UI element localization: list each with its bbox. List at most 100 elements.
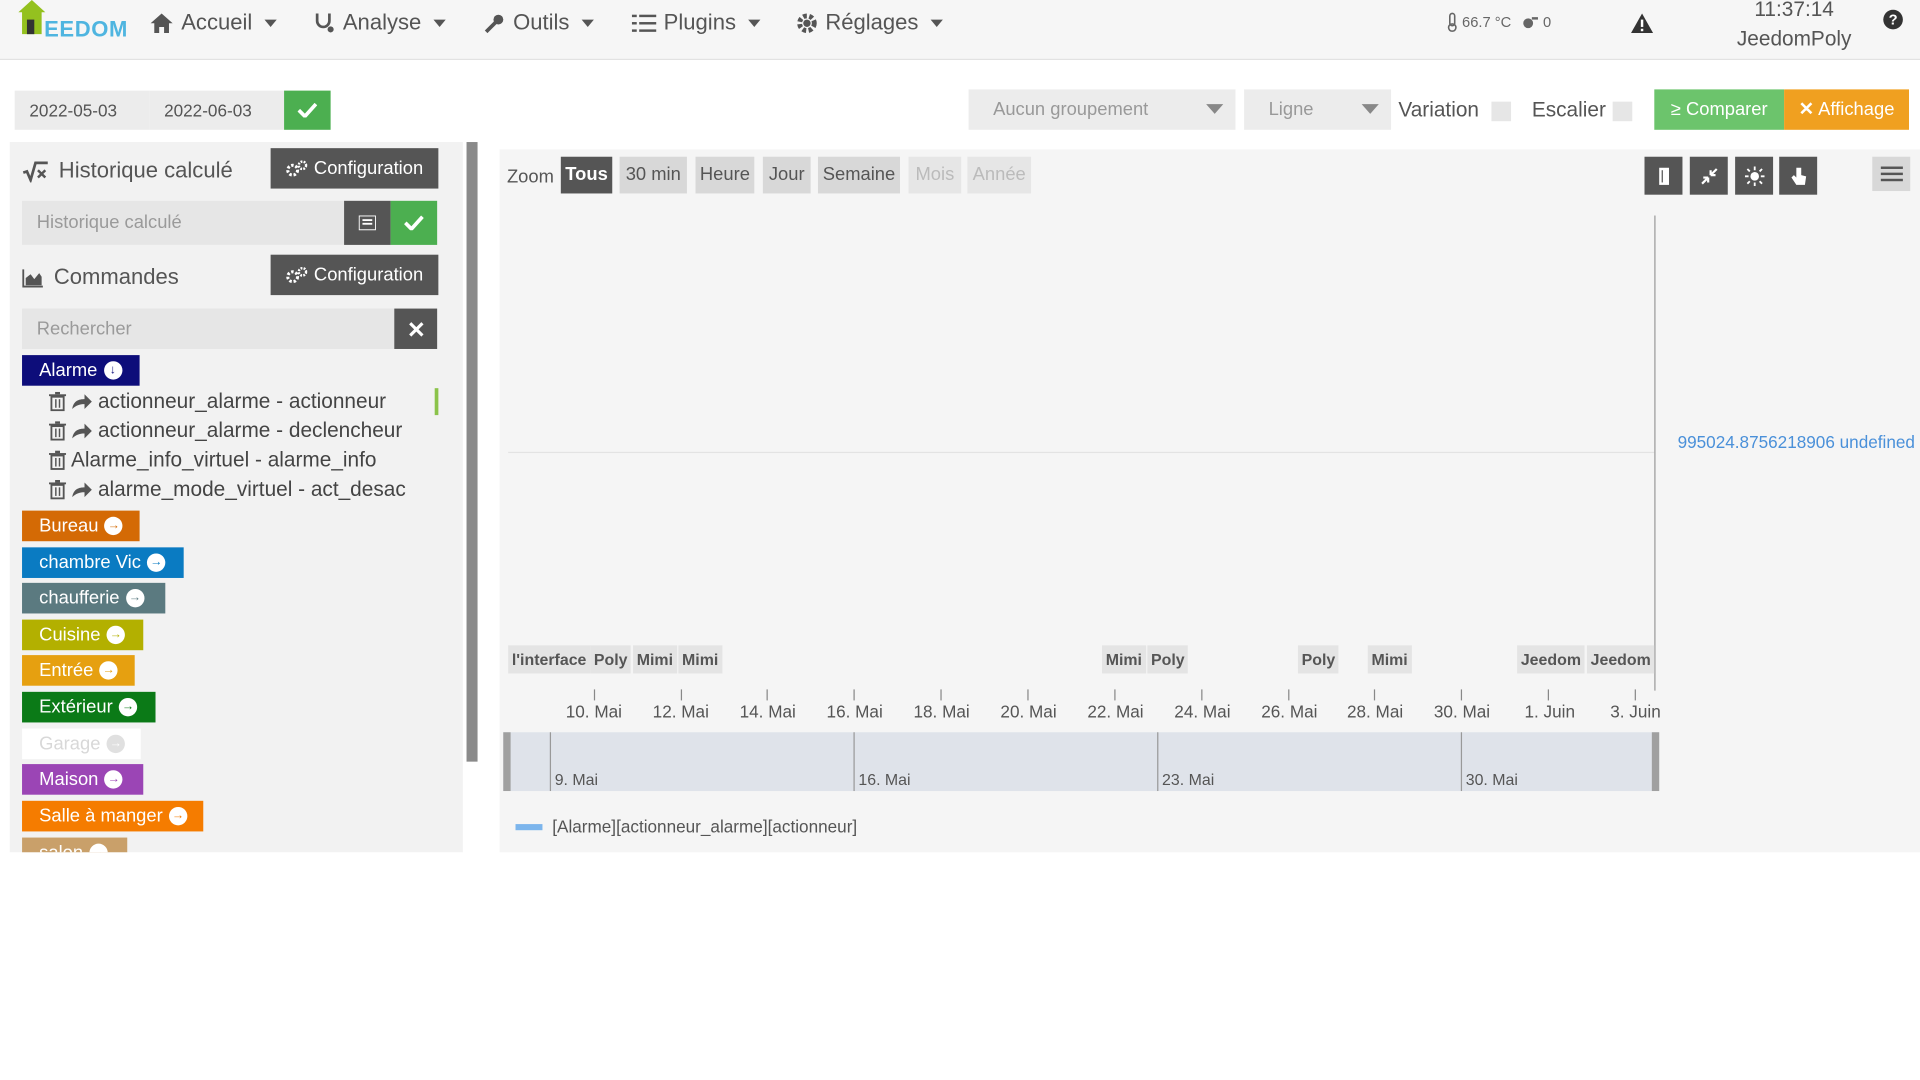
event-flag[interactable]: Jeedom — [1586, 645, 1655, 674]
theme-button[interactable] — [1735, 156, 1774, 195]
menu-plugins-label: Plugins — [663, 9, 736, 35]
menu-accueil[interactable]: Accueil — [149, 9, 277, 36]
zoom-year-button[interactable]: Année — [967, 156, 1032, 194]
chart-type-select[interactable]: Ligne — [1244, 89, 1392, 130]
x-tick-label: 3. Juin — [1610, 701, 1661, 722]
calc-list-button[interactable] — [344, 200, 391, 245]
group-cuisine[interactable]: Cuisine → — [22, 619, 144, 651]
calc-history-title-text: Historique calculé — [58, 157, 233, 183]
event-flag[interactable]: Mimi — [633, 645, 677, 674]
event-flag[interactable]: Poly — [590, 645, 632, 674]
command-label: Alarme_info_virtuel - alarme_info — [71, 448, 377, 472]
menu-analyse[interactable]: Analyse — [313, 9, 446, 36]
validate-dates-button[interactable] — [284, 90, 331, 130]
date-end-input[interactable]: 2022-06-03 — [149, 90, 285, 130]
date-start-input[interactable]: 2022-05-03 — [14, 90, 150, 130]
x-tick — [593, 689, 596, 701]
clear-search-button[interactable] — [394, 308, 438, 349]
event-flag[interactable]: Mimi — [678, 645, 722, 674]
group-garage[interactable]: Garage → — [22, 728, 141, 760]
command-label: alarme_mode_virtuel - act_desac — [97, 477, 406, 501]
help-icon[interactable]: ? — [1883, 9, 1903, 30]
group-salle-a-manger[interactable]: Salle à manger → — [22, 800, 204, 832]
jeedom-logo[interactable]: EEDOM — [15, 0, 127, 49]
search-input[interactable]: Rechercher — [22, 308, 395, 349]
zoom-all-button[interactable]: Tous — [560, 156, 613, 194]
event-flag[interactable]: Jeedom — [1517, 645, 1585, 674]
group-salon[interactable]: salon → — [22, 837, 128, 853]
left-panel-scrollbar[interactable] — [466, 142, 478, 762]
navigator-grid-line — [1157, 732, 1159, 792]
group-chambre-vic[interactable]: chambre Vic → — [22, 547, 184, 578]
x-tick-label: 20. Mai — [1000, 701, 1057, 722]
command-item[interactable]: actionneur_alarme - declencheur — [48, 419, 402, 443]
compare-icon: ≥ — [1670, 99, 1681, 121]
zoom-month-button[interactable]: Mois — [908, 156, 962, 194]
group-exterieur[interactable]: Extérieur → — [22, 691, 156, 723]
trash-icon[interactable] — [48, 480, 67, 500]
warning-icon[interactable] — [1630, 12, 1654, 34]
plug-icon — [1523, 17, 1539, 29]
menu-accueil-label: Accueil — [181, 9, 253, 35]
zoom-hour-button[interactable]: Heure — [695, 156, 755, 194]
chart-bar-toggle-button[interactable] — [1644, 156, 1683, 195]
commands-config-button[interactable]: Configuration — [270, 254, 439, 296]
menu-analyse-label: Analyse — [342, 9, 422, 35]
share-arrow-icon[interactable] — [71, 393, 93, 410]
chart-menu-button[interactable] — [1872, 156, 1911, 192]
navigator-label: 30. Mai — [1465, 770, 1518, 789]
menu-reglages-label: Réglages — [825, 9, 919, 35]
chevron-down-icon — [1206, 104, 1224, 114]
trash-icon[interactable] — [48, 421, 67, 441]
command-item[interactable]: alarme_mode_virtuel - act_desac — [48, 477, 406, 502]
event-flag[interactable]: Mimi — [1102, 645, 1146, 674]
command-label: actionneur_alarme - actionneur — [97, 389, 387, 413]
pointer-button[interactable] — [1779, 156, 1818, 195]
variation-checkbox[interactable] — [1491, 101, 1512, 122]
group-label: Salle à manger — [39, 805, 163, 827]
menu-plugins[interactable]: Plugins — [631, 9, 761, 36]
check-icon — [404, 215, 424, 231]
group-entree[interactable]: Entrée → — [22, 655, 135, 686]
chevron-down-icon — [581, 18, 594, 27]
group-chaufferie[interactable]: chaufferie → — [22, 582, 166, 614]
navigator-left-handle[interactable] — [503, 732, 511, 792]
zoom-30min-button[interactable]: 30 min — [619, 156, 687, 194]
event-flag[interactable]: Poly — [1297, 645, 1339, 674]
compress-button[interactable] — [1689, 156, 1728, 195]
menu-outils[interactable]: Outils — [484, 10, 594, 36]
trash-icon[interactable] — [48, 450, 67, 471]
menu-line — [1880, 166, 1903, 169]
escalier-checkbox[interactable] — [1612, 101, 1633, 122]
chevron-down-icon — [930, 18, 943, 27]
command-item[interactable]: Alarme_info_virtuel - alarme_info — [48, 448, 377, 472]
compare-button[interactable]: ≥ Comparer — [1654, 89, 1785, 130]
calc-history-input[interactable]: Historique calculé — [22, 200, 345, 245]
x-tick-label: 22. Mai — [1087, 701, 1144, 722]
share-arrow-icon[interactable] — [71, 422, 93, 439]
group-alarme[interactable]: Alarme ↓ — [22, 355, 140, 386]
trash-icon[interactable] — [48, 391, 67, 412]
event-flag[interactable]: Mimi — [1367, 645, 1412, 674]
gear-icon — [797, 12, 817, 33]
share-arrow-icon[interactable] — [71, 481, 93, 498]
chevron-down-icon — [748, 18, 761, 27]
calc-validate-button[interactable] — [390, 200, 438, 245]
x-tick-label: 24. Mai — [1174, 701, 1231, 722]
event-flag[interactable]: Poly — [1147, 645, 1189, 674]
x-tick-label: 30. Mai — [1433, 701, 1491, 722]
calc-config-button[interactable]: Configuration — [270, 148, 439, 189]
group-bureau[interactable]: Bureau → — [22, 510, 140, 542]
chart-legend-item[interactable]: [Alarme][actionneur_alarme][actionneur] — [515, 817, 857, 836]
chevron-down-icon — [433, 18, 446, 27]
menu-reglages[interactable]: Réglages — [796, 10, 943, 36]
grouping-select[interactable]: Aucun groupement — [968, 89, 1236, 130]
command-item[interactable]: actionneur_alarme - actionneur — [48, 389, 387, 413]
wrench-icon — [484, 14, 504, 33]
event-flag[interactable]: l'interface — [508, 645, 591, 674]
navigator-right-handle[interactable] — [1651, 732, 1660, 792]
zoom-week-button[interactable]: Semaine — [817, 156, 901, 194]
group-maison[interactable]: Maison → — [22, 764, 144, 795]
display-button[interactable]: ✕ Affichage — [1784, 89, 1909, 130]
zoom-day-button[interactable]: Jour — [762, 156, 811, 194]
